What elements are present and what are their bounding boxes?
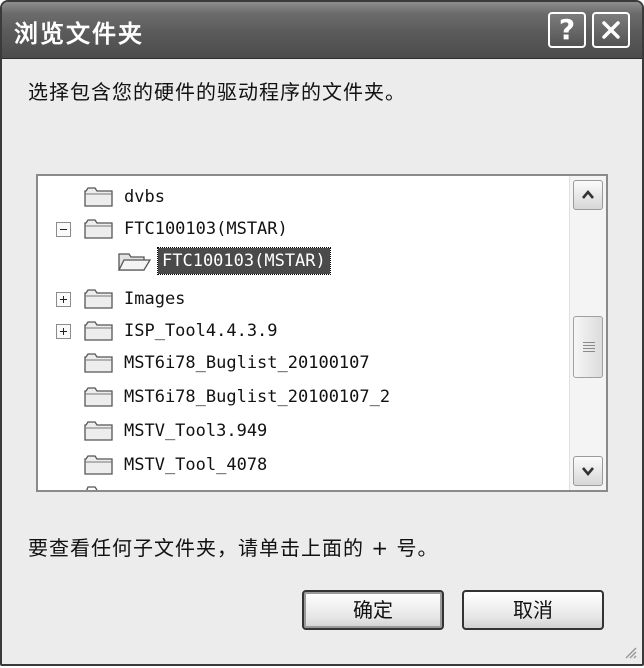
folder-icon [84, 387, 113, 407]
tree-item-label: Images [124, 289, 186, 309]
tree-item-label: MST6i78_Buglist_20100107 [124, 353, 370, 373]
tree-item-dvbs[interactable]: dvbs [84, 182, 564, 212]
folder-icon [84, 289, 113, 309]
grip-line [583, 342, 595, 343]
tree-item-mstv-tool-4078[interactable]: MSTV_Tool_4078 [84, 450, 564, 480]
folder-icon [84, 353, 113, 373]
grip-line [583, 348, 595, 349]
folder-tree[interactable]: dvbs FTC100103(MSTAR) FTC100103(MSTAR) I… [36, 174, 608, 492]
scroll-down-button[interactable] [573, 456, 603, 486]
vertical-scrollbar[interactable] [569, 176, 606, 490]
folder-icon [84, 219, 113, 239]
title-bar[interactable]: 浏览文件夹 ? [2, 2, 642, 59]
tree-item-ftc100103[interactable]: FTC100103(MSTAR) [84, 214, 564, 244]
ok-button[interactable]: 确定 [302, 590, 444, 630]
tree-item-label: MSTV_Tool_4078 [124, 455, 268, 475]
tree-item-label: MSTV_Tool3.949 [124, 421, 268, 441]
tree-item-label: ISP_Tool4.4.3.9 [124, 321, 278, 341]
open-folder-icon [118, 253, 152, 271]
tree-item-label: MST6i78_Buglist_20100107_2 [124, 387, 391, 407]
folder-icon [84, 321, 113, 341]
grip-line [583, 351, 595, 352]
tree-item-mst6i78-buglist-2[interactable]: MST6i78_Buglist_20100107_2 [84, 382, 564, 412]
help-button[interactable]: ? [548, 12, 586, 48]
close-button[interactable] [592, 12, 630, 48]
close-icon [602, 21, 620, 39]
tree-item-ftc100103-child-selected[interactable]: FTC100103(MSTAR) [118, 246, 558, 276]
folder-icon-partial [86, 486, 98, 490]
expand-toggle[interactable] [56, 292, 71, 307]
tree-item-mstv-tool-3949[interactable]: MSTV_Tool3.949 [84, 416, 564, 446]
tree-item-label-selected: FTC100103(MSTAR) [157, 247, 331, 275]
tree-item-label: dvbs [124, 187, 165, 207]
cancel-button[interactable]: 取消 [462, 590, 604, 630]
resize-grip-icon[interactable] [622, 644, 638, 660]
scrollbar-thumb[interactable] [573, 316, 603, 378]
folder-icon [84, 421, 113, 441]
browse-folder-dialog: 浏览文件夹 ? 选择包含您的硬件的驱动程序的文件夹。 dvbs FTC10010… [0, 0, 644, 666]
scroll-up-button[interactable] [573, 180, 603, 210]
grip-line [583, 345, 595, 346]
tree-item-label: FTC100103(MSTAR) [124, 219, 288, 239]
chevron-down-icon [582, 467, 594, 477]
tree-item-images[interactable]: Images [84, 284, 564, 314]
instruction-text: 选择包含您的硬件的驱动程序的文件夹。 [28, 80, 406, 104]
hint-text: 要查看任何子文件夹，请单击上面的 + 号。 [28, 536, 439, 560]
chevron-up-icon [582, 189, 594, 199]
folder-icon [84, 455, 113, 475]
window-title: 浏览文件夹 [14, 20, 144, 48]
expand-toggle[interactable] [56, 324, 71, 339]
tree-item-mst6i78-buglist[interactable]: MST6i78_Buglist_20100107 [84, 348, 564, 378]
collapse-toggle[interactable] [56, 222, 71, 237]
tree-item-isp-tool[interactable]: ISP_Tool4.4.3.9 [84, 316, 564, 346]
folder-icon [84, 187, 113, 207]
